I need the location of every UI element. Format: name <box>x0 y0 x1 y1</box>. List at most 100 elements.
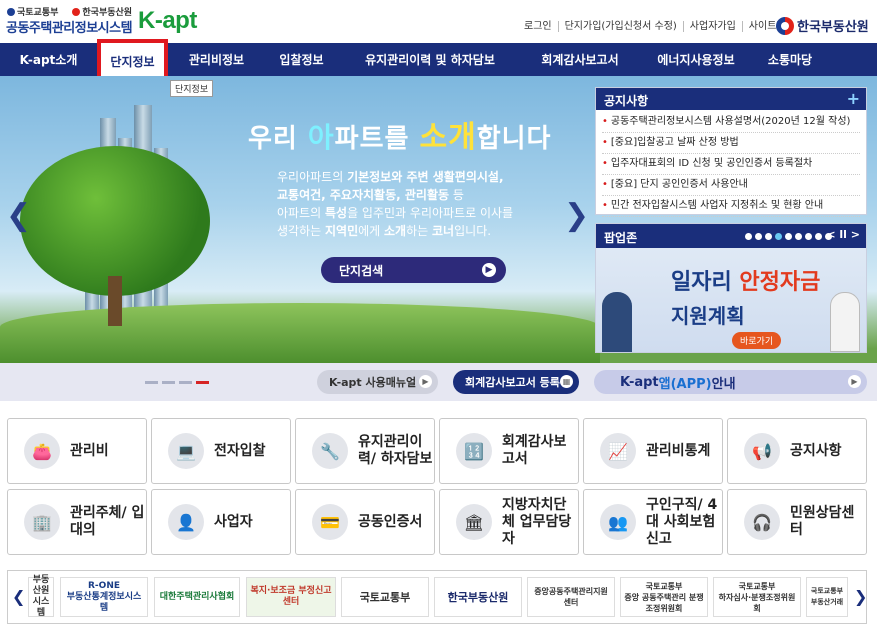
reb-brand-logo[interactable]: 한국부동산원 <box>776 16 869 35</box>
partner-logo[interactable]: 한국부동산원 <box>434 577 522 617</box>
hero-prev-arrow-icon[interactable]: ❮ <box>6 198 31 233</box>
pager-dot[interactable] <box>179 381 192 384</box>
partner-banner: ❮ 부동산원 시스템 R-ONE 부동산통계정보시스템 대한주택관리사협회 복지… <box>7 570 867 624</box>
partner-next-arrow-icon[interactable]: ❯ <box>854 587 867 606</box>
arrow-right-icon: ▶ <box>482 263 496 277</box>
nav-bid-info[interactable]: 입찰정보 <box>265 43 338 76</box>
pager-dot[interactable] <box>785 233 792 240</box>
nav-community[interactable]: 소통마당 <box>754 43 826 76</box>
people-icon: 👥 <box>600 504 636 540</box>
complex-join-link[interactable]: 단지가입(가입신청서 수정) <box>559 21 684 32</box>
pager-dot[interactable] <box>765 233 772 240</box>
more-plus-icon[interactable]: + <box>847 89 860 108</box>
notice-item[interactable]: 공동주택관리정보시스템 사용설명서(2020년 12월 작성) <box>602 112 860 133</box>
business-join-link[interactable]: 사업자가입 <box>684 21 743 32</box>
arrow-right-icon: ▶ <box>419 375 432 388</box>
person-icon: 👤 <box>168 504 204 540</box>
quick-bar: K-apt 사용매뉴얼 ▶ 회계감사보고서 등록 ▦ K-apt 앱(APP) 안내… <box>0 363 877 401</box>
tools-icon: 🔧 <box>312 433 348 469</box>
tile-notice[interactable]: 📢 공지사항 <box>727 418 867 484</box>
certificate-icon: 💳 <box>312 504 348 540</box>
header: 국토교통부 한국부동산원 공동주택관리정보시스템 K-apt 로그인 단지가입(… <box>0 0 877 42</box>
kapt-logo[interactable]: K-apt <box>138 7 197 35</box>
tile-certificate[interactable]: 💳 공동인증서 <box>295 489 435 555</box>
popup-pager <box>745 233 832 240</box>
pager-dot[interactable] <box>805 233 812 240</box>
pager-dot[interactable] <box>815 233 822 240</box>
tree-trunk <box>108 276 122 326</box>
pager-dot[interactable] <box>795 233 802 240</box>
pager-dot-active[interactable] <box>775 233 782 240</box>
wallet-icon: 👛 <box>24 433 60 469</box>
partner-logo[interactable]: 국토교통부 중앙 공동주택관리 분쟁조정위원회 <box>620 577 708 617</box>
tile-civil-center[interactable]: 🎧 민원상담센터 <box>727 489 867 555</box>
complex-search-button[interactable]: 단지검색 ▶ <box>321 257 506 283</box>
pager-dot-active[interactable] <box>196 381 209 384</box>
audit-register-button[interactable]: 회계감사보고서 등록 ▦ <box>453 370 579 394</box>
reb-logo-icon <box>776 16 794 35</box>
calculator-icon: 🔢 <box>456 433 492 469</box>
nav-kapt-intro[interactable]: K-apt소개 <box>0 43 97 76</box>
chart-icon: 📈 <box>600 433 636 469</box>
system-name[interactable]: 공동주택관리정보시스템 <box>6 17 133 36</box>
megaphone-icon: 📢 <box>744 433 780 469</box>
pager-dot[interactable] <box>162 381 175 384</box>
tile-management-fee[interactable]: 👛 관리비 <box>7 418 147 484</box>
popup-zone: 팝업존 < ll > 일자리 안정자금 지원계획 바로가기 <box>595 223 867 353</box>
main-nav: K-apt소개 단지정보 관리비정보 입찰정보 유지관리이력 및 하자담보 회계… <box>0 39 877 84</box>
building-icon: 🏢 <box>24 504 60 540</box>
hero-title: 우리 아파트를 소개합니다 <box>248 120 552 155</box>
partner-logo[interactable]: 복지·보조금 부정신고센터 <box>246 577 336 617</box>
tile-audit-report[interactable]: 🔢 회계감사보고서 <box>439 418 579 484</box>
government-icon: 🏛 <box>456 504 492 540</box>
partner-logo[interactable]: R-ONE 부동산통계정보시스템 <box>60 577 148 617</box>
notice-item[interactable]: 입주자대표회의 ID 신청 및 공인인증서 등록절차 <box>602 154 860 175</box>
pager-dot[interactable] <box>745 233 752 240</box>
partner-logo[interactable]: 중앙공동주택관리지원센터 <box>527 577 615 617</box>
popup-banner[interactable]: 일자리 안정자금 지원계획 바로가기 <box>596 248 866 352</box>
pager-dot[interactable] <box>145 381 158 384</box>
tile-management-body[interactable]: 🏢 관리주체/ 입대의 <box>7 489 147 555</box>
notice-panel: 공지사항+ 공동주택관리정보시스템 사용설명서(2020년 12월 작성) [중… <box>595 87 867 217</box>
nav-maintenance[interactable]: 유지관리이력 및 하자담보 <box>338 43 522 76</box>
partner-logo[interactable]: 국토교통부 부동산거래 <box>806 577 848 617</box>
popup-line1: 일자리 안정자금 <box>671 270 821 295</box>
hero-description: 우리아파트의 기본정보와 주변 생활편의시설, 교통여건, 주요자치활동, 관리… <box>277 170 514 238</box>
nav-tooltip: 단지정보 <box>170 80 214 97</box>
partner-logo[interactable]: 대한주택관리사협회 <box>154 577 240 617</box>
tile-business[interactable]: 👤 사업자 <box>151 489 291 555</box>
person-illustration <box>602 292 632 352</box>
notice-item[interactable]: 민간 전자입찰시스템 사업자 지정취소 및 현황 안내 <box>602 196 860 217</box>
popup-go-button[interactable]: 바로가기 <box>732 332 782 349</box>
notice-list: 공동주택관리정보시스템 사용설명서(2020년 12월 작성) [중요]입찰공고… <box>596 110 866 219</box>
nav-audit-report[interactable]: 회계감사보고서 <box>522 43 638 76</box>
partner-prev-arrow-icon[interactable]: ❮ <box>12 587 25 606</box>
tree <box>20 146 210 296</box>
tile-e-bidding[interactable]: 💻 전자입찰 <box>151 418 291 484</box>
partner-logo[interactable]: 부동산원 시스템 <box>28 575 54 618</box>
tile-fee-statistics[interactable]: 📈 관리비통계 <box>583 418 723 484</box>
login-link[interactable]: 로그인 <box>518 21 559 32</box>
hero-pager <box>145 381 209 384</box>
utility-links: 로그인 단지가입(가입신청서 수정) 사업자가입 사이트맵 <box>518 21 792 32</box>
pager-dot[interactable] <box>755 233 762 240</box>
popup-header: 팝업존 < ll > <box>596 224 866 248</box>
app-info-button[interactable]: K-apt 앱(APP) 안내 ▶ <box>594 370 867 394</box>
notice-header: 공지사항 + <box>596 88 866 110</box>
hill <box>0 303 600 363</box>
nav-energy[interactable]: 에너지사용정보 <box>638 43 754 76</box>
notice-item[interactable]: [중요]입찰공고 날짜 산정 방법 <box>602 133 860 154</box>
calculator-icon: ▦ <box>560 375 573 388</box>
notice-item[interactable]: [중요] 단지 공인인증서 사용안내 <box>602 175 860 196</box>
tile-maintenance[interactable]: 🔧 유지관리이력/ 하자담보 <box>295 418 435 484</box>
hero-next-arrow-icon[interactable]: ❯ <box>564 198 589 233</box>
tile-jobs-insurance[interactable]: 👥 구인구직/ 4대 사회보험 신고 <box>583 489 723 555</box>
nav-fee-info[interactable]: 관리비정보 <box>168 43 265 76</box>
popup-line2: 지원계획 <box>671 304 745 328</box>
tile-local-government[interactable]: 🏛 지방자치단체 업무담당자 <box>439 489 579 555</box>
person-illustration <box>830 292 860 352</box>
partner-logo[interactable]: 국토교통부 <box>341 577 429 617</box>
partner-logo[interactable]: 국토교통부 하자심사·분쟁조정위원회 <box>713 577 801 617</box>
popup-controls[interactable]: < ll > <box>826 228 860 241</box>
manual-button[interactable]: K-apt 사용매뉴얼 ▶ <box>317 370 438 394</box>
